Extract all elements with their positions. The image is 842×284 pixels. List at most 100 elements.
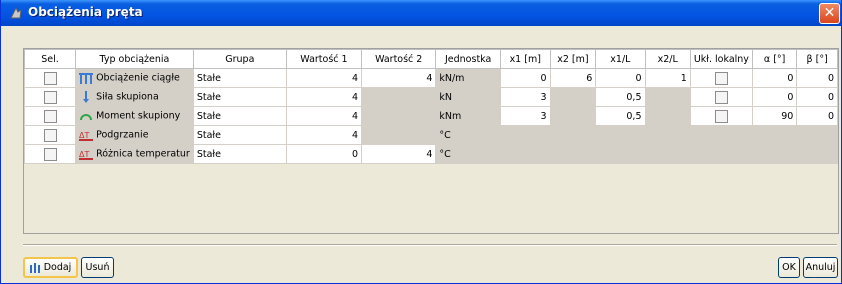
cell-x2L[interactable]: 1 [644,68,691,88]
table-row[interactable]: Obciążenie ciągłe Stałe 4 4 kN/m 0 6 0 1 0 0 [24,68,838,88]
column-header[interactable]: Grupa [192,49,287,69]
column-header[interactable]: Jednostka [435,49,501,69]
add-button[interactable]: Dodaj [23,257,78,278]
cell-x2L[interactable] [644,144,691,164]
cell-select[interactable] [24,87,77,107]
cell-load-type[interactable]: Moment skupiony [75,106,194,126]
cell-group[interactable]: Stałe [192,106,287,126]
table-row[interactable]: Moment skupiony Stałe 4 kNm 3 0,5 90 0 [24,106,838,126]
cell-x2L[interactable] [644,106,691,126]
cell-x2[interactable] [549,87,597,107]
cell-x1L[interactable]: 0 [595,68,646,88]
remove-button-label: Usuń [85,262,110,273]
cell-alpha[interactable] [751,144,798,164]
cell-load-type[interactable]: Obciążenie ciągłe [75,68,194,88]
cell-local[interactable] [689,144,753,164]
cell-alpha[interactable] [751,125,798,145]
cell-value1[interactable]: 4 [285,87,363,107]
cell-value2[interactable] [361,106,437,126]
table-row[interactable]: Siła skupiona Stałe 4 kN 3 0,5 0 0 [24,87,838,107]
cell-beta[interactable] [796,144,838,164]
cell-x1[interactable]: 3 [499,87,551,107]
table-row[interactable]: ΔT Podgrzanie Stałe 4 °C [24,125,838,145]
column-header[interactable]: Sel. [24,49,77,69]
cell-load-type[interactable]: Siła skupiona [75,87,194,107]
column-header[interactable]: x1 [m] [499,49,551,69]
cell-x1[interactable]: 0 [499,68,551,88]
column-header[interactable]: Wartość 2 [361,49,437,69]
ok-button[interactable]: OK [778,257,800,278]
column-header[interactable]: Wartość 1 [285,49,363,69]
select-checkbox[interactable] [43,128,57,142]
cell-load-type[interactable]: ΔT Podgrzanie [75,125,194,145]
cell-x1[interactable]: 3 [499,106,551,126]
cell-unit[interactable]: °C [435,144,501,164]
cell-x1L[interactable]: 0,5 [595,106,646,126]
cell-x2[interactable] [549,144,597,164]
cell-group[interactable]: Stałe [192,125,287,145]
cell-x2L[interactable] [644,125,691,145]
column-header[interactable]: x2 [m] [549,49,597,69]
cell-x2[interactable] [549,106,597,126]
cell-x2[interactable] [549,125,597,145]
cell-local[interactable] [689,87,753,107]
cell-load-type[interactable]: ΔT Różnica temperatur [75,144,194,164]
select-checkbox[interactable] [43,109,57,123]
cell-beta[interactable]: 0 [796,106,838,126]
cell-select[interactable] [24,68,77,88]
select-checkbox[interactable] [43,90,57,104]
select-checkbox[interactable] [43,147,57,161]
cell-local[interactable] [689,106,753,126]
cancel-button[interactable]: Anuluj [803,257,838,278]
column-header[interactable]: β [°] [796,49,838,69]
cell-value1[interactable]: 0 [285,144,363,164]
cell-beta[interactable]: 0 [796,68,838,88]
cell-unit[interactable]: kNm [435,106,501,126]
cell-x1L[interactable] [595,125,646,145]
cell-x1-text: 0 [540,72,547,84]
close-button[interactable]: ✕ [819,3,840,24]
cell-beta[interactable] [796,125,838,145]
cell-x1L[interactable] [595,144,646,164]
remove-button[interactable]: Usuń [81,257,114,278]
cell-group[interactable]: Stałe [192,87,287,107]
cell-x1[interactable] [499,125,551,145]
cell-beta[interactable]: 0 [796,87,838,107]
cell-alpha[interactable]: 90 [751,106,798,126]
cell-local[interactable] [689,68,753,88]
loads-grid[interactable]: Sel. Typ obciążenia Grupa Wartość 1 Wartość … [23,48,839,234]
column-header[interactable]: x2/L [644,49,691,69]
local-system-checkbox[interactable] [714,90,728,104]
select-checkbox[interactable] [43,71,57,85]
cell-alpha[interactable]: 0 [751,68,798,88]
title-bar[interactable]: Obciążenia pręta ✕ [1,0,841,26]
cell-group[interactable]: Stałe [192,144,287,164]
cell-x1[interactable] [499,144,551,164]
cell-x2[interactable]: 6 [549,68,597,88]
cell-alpha[interactable]: 0 [751,87,798,107]
cell-group[interactable]: Stałe [192,68,287,88]
column-header[interactable]: x1/L [595,49,646,69]
cell-select[interactable] [24,125,77,145]
cell-unit[interactable]: kN [435,87,501,107]
table-row[interactable]: ΔT Różnica temperatur Stałe 0 4 °C [24,144,838,164]
cell-value2[interactable]: 4 [361,144,437,164]
local-system-checkbox[interactable] [714,71,728,85]
cell-unit[interactable]: kN/m [435,68,501,88]
cell-value2[interactable] [361,87,437,107]
cell-value1[interactable]: 4 [285,125,363,145]
cell-value1[interactable]: 4 [285,106,363,126]
cell-x1L[interactable]: 0,5 [595,87,646,107]
column-header[interactable]: α [°] [751,49,798,69]
column-header[interactable]: Ukł. lokalny [689,49,753,69]
cell-local[interactable] [689,125,753,145]
cell-x2L[interactable] [644,87,691,107]
local-system-checkbox[interactable] [714,109,728,123]
cell-value1[interactable]: 4 [285,68,363,88]
cell-value2[interactable] [361,125,437,145]
cell-select[interactable] [24,144,77,164]
column-header[interactable]: Typ obciążenia [75,49,194,69]
cell-select[interactable] [24,106,77,126]
cell-value2[interactable]: 4 [361,68,437,88]
cell-unit[interactable]: °C [435,125,501,145]
